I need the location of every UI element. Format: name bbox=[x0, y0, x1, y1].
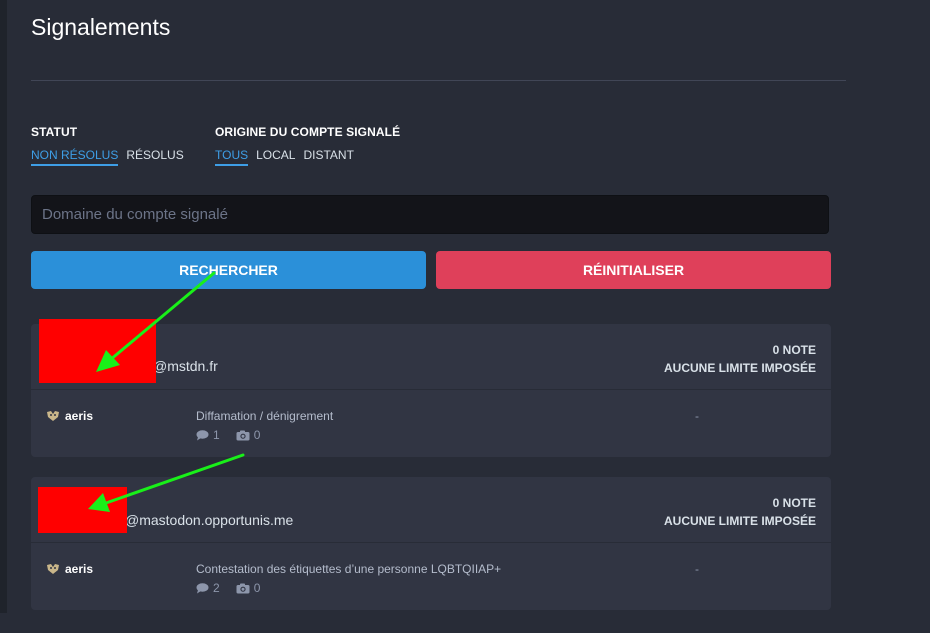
report-category[interactable]: Diffamation / dénigrement bbox=[196, 409, 333, 423]
page-title: Signalements bbox=[31, 14, 171, 40]
camera-icon bbox=[236, 583, 250, 593]
filter-resolved[interactable]: RÉSOLUS bbox=[126, 148, 183, 166]
domain-search-input[interactable] bbox=[31, 195, 829, 234]
sidebar-edge bbox=[0, 0, 7, 613]
filter-unresolved[interactable]: NON RÉSOLUS bbox=[31, 148, 119, 166]
avatar-icon bbox=[47, 564, 59, 574]
avatar-icon bbox=[47, 411, 59, 421]
reset-button[interactable]: RÉINITIALISER bbox=[436, 251, 831, 289]
reporter[interactable]: aeris bbox=[46, 562, 93, 576]
limit-status: AUCUNE LIMITE IMPOSÉE bbox=[663, 514, 816, 528]
media-count: 0 bbox=[253, 428, 261, 442]
reported-account-handle[interactable]: @mstdn.fr bbox=[153, 358, 218, 374]
search-button[interactable]: RECHERCHER bbox=[31, 251, 426, 289]
redaction-box bbox=[39, 319, 156, 383]
status-filter-heading: STATUT bbox=[31, 125, 78, 139]
report-divider bbox=[31, 389, 831, 390]
comment-icon bbox=[196, 582, 209, 593]
camera-icon bbox=[236, 430, 250, 440]
filter-remote[interactable]: DISTANT bbox=[303, 148, 353, 166]
origin-filter: ORIGINE DU COMPTE SIGNALÉ TOUS LOCAL DIS… bbox=[215, 125, 400, 166]
report-card: @mstdn.fr 0 NOTE AUCUNE LIMITE IMPOSÉE a… bbox=[31, 319, 831, 457]
reporter-name[interactable]: aeris bbox=[65, 562, 93, 576]
title-divider bbox=[31, 80, 846, 81]
status-filter: STATUT NON RÉSOLUS RÉSOLUS bbox=[31, 125, 184, 166]
origin-filter-heading: ORIGINE DU COMPTE SIGNALÉ bbox=[215, 125, 401, 139]
reporter-name[interactable]: aeris bbox=[65, 409, 93, 423]
report-card: @mastodon.opportunis.me 0 NOTE AUCUNE LI… bbox=[31, 477, 831, 610]
report-account-header[interactable]: @mastodon.opportunis.me 0 NOTE AUCUNE LI… bbox=[31, 477, 831, 542]
report-stats: 2 0 bbox=[196, 581, 260, 595]
right-gutter bbox=[846, 0, 930, 633]
action-taken: - bbox=[695, 409, 699, 423]
action-taken: - bbox=[695, 562, 699, 576]
reported-account-handle[interactable]: @mastodon.opportunis.me bbox=[125, 512, 293, 528]
comment-count: 2 bbox=[213, 581, 220, 595]
report-stats: 1 0 bbox=[196, 428, 260, 442]
redaction-box bbox=[38, 487, 127, 533]
note-count: 0 NOTE bbox=[772, 343, 816, 357]
comment-icon bbox=[196, 429, 209, 440]
filter-all[interactable]: TOUS bbox=[215, 148, 249, 166]
media-count: 0 bbox=[253, 581, 261, 595]
reporter[interactable]: aeris bbox=[46, 409, 93, 423]
note-count: 0 NOTE bbox=[772, 496, 816, 510]
limit-status: AUCUNE LIMITE IMPOSÉE bbox=[663, 361, 816, 375]
report-category[interactable]: Contestation des étiquettes d’une person… bbox=[196, 562, 501, 576]
comment-count: 1 bbox=[213, 428, 220, 442]
filter-local[interactable]: LOCAL bbox=[256, 148, 295, 166]
report-divider bbox=[31, 542, 831, 543]
